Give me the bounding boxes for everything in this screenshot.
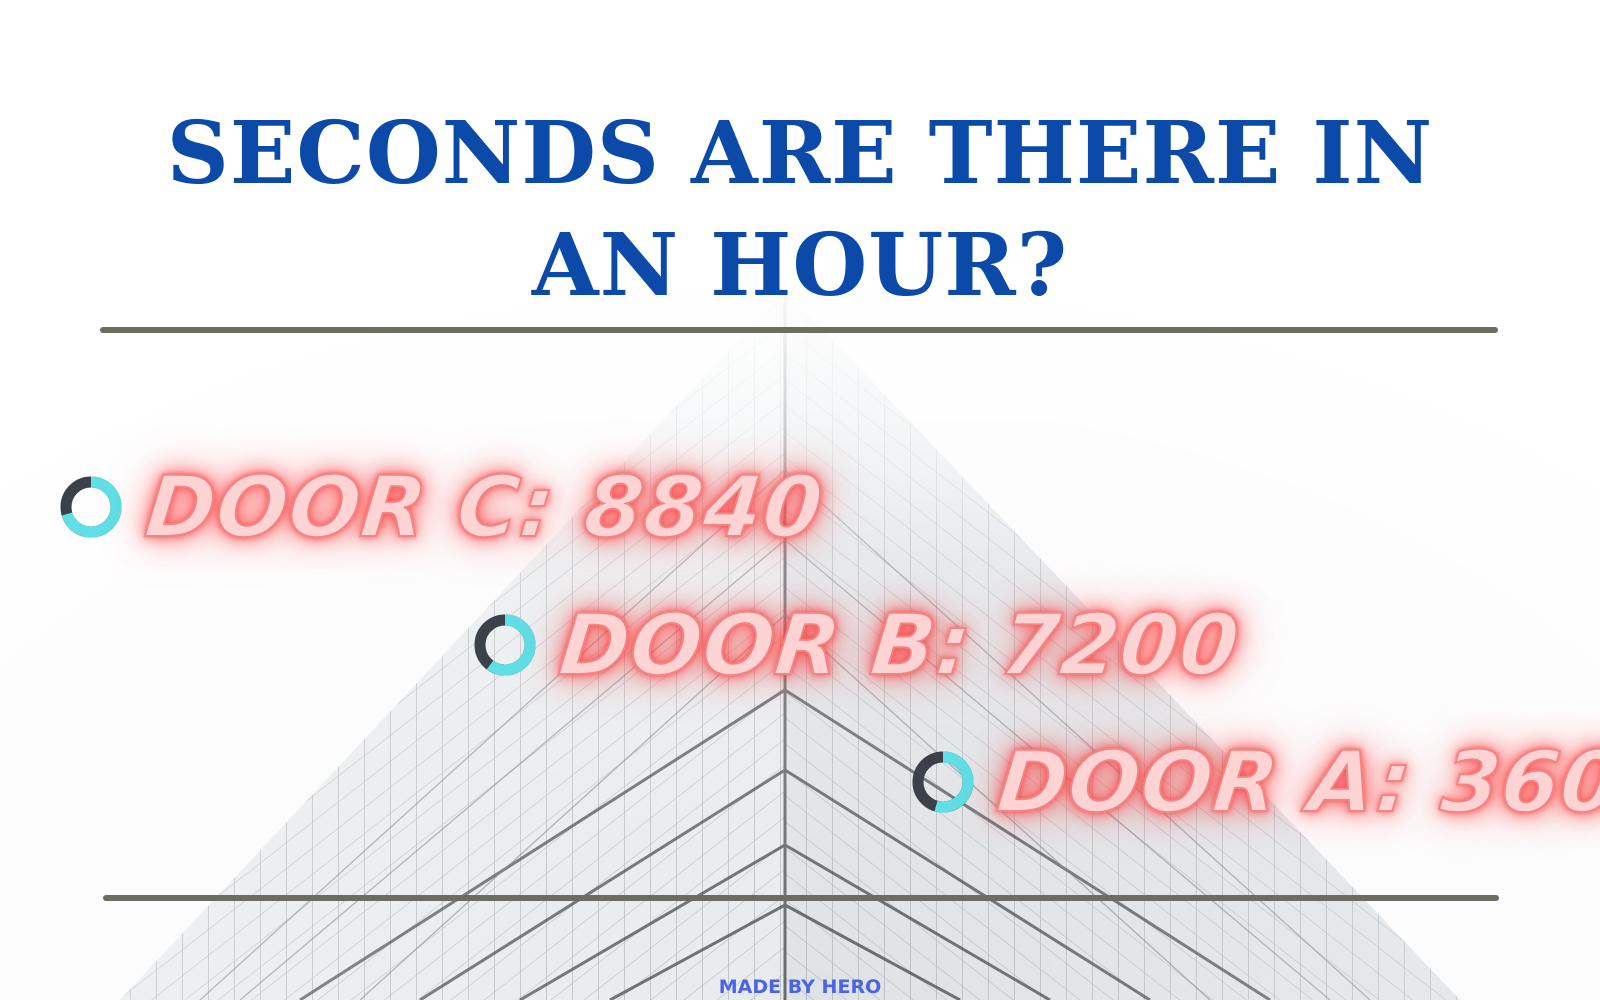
answer-label: DOOR B: 7200 — [554, 595, 1245, 695]
answer-option-door-c[interactable]: DOOR C: 8840 — [56, 457, 829, 557]
answer-option-door-b[interactable]: DOOR B: 7200 — [470, 595, 1245, 695]
answer-label: DOOR A: 3600 — [992, 732, 1600, 832]
quiz-page: SECONDS ARE THERE IN AN HOUR? DOOR C: 88… — [0, 0, 1600, 1000]
bottom-divider — [103, 895, 1499, 901]
answer-label: DOOR C: 8840 — [140, 457, 829, 557]
question-title: SECONDS ARE THERE IN AN HOUR? — [166, 103, 1434, 316]
top-divider — [100, 327, 1498, 333]
answer-option-door-a[interactable]: DOOR A: 3600 — [908, 732, 1600, 832]
credit-text: MADE BY HERO — [718, 976, 882, 998]
ring-progress-icon — [912, 751, 974, 813]
ring-progress-icon — [474, 614, 536, 676]
ring-progress-icon — [60, 476, 122, 538]
